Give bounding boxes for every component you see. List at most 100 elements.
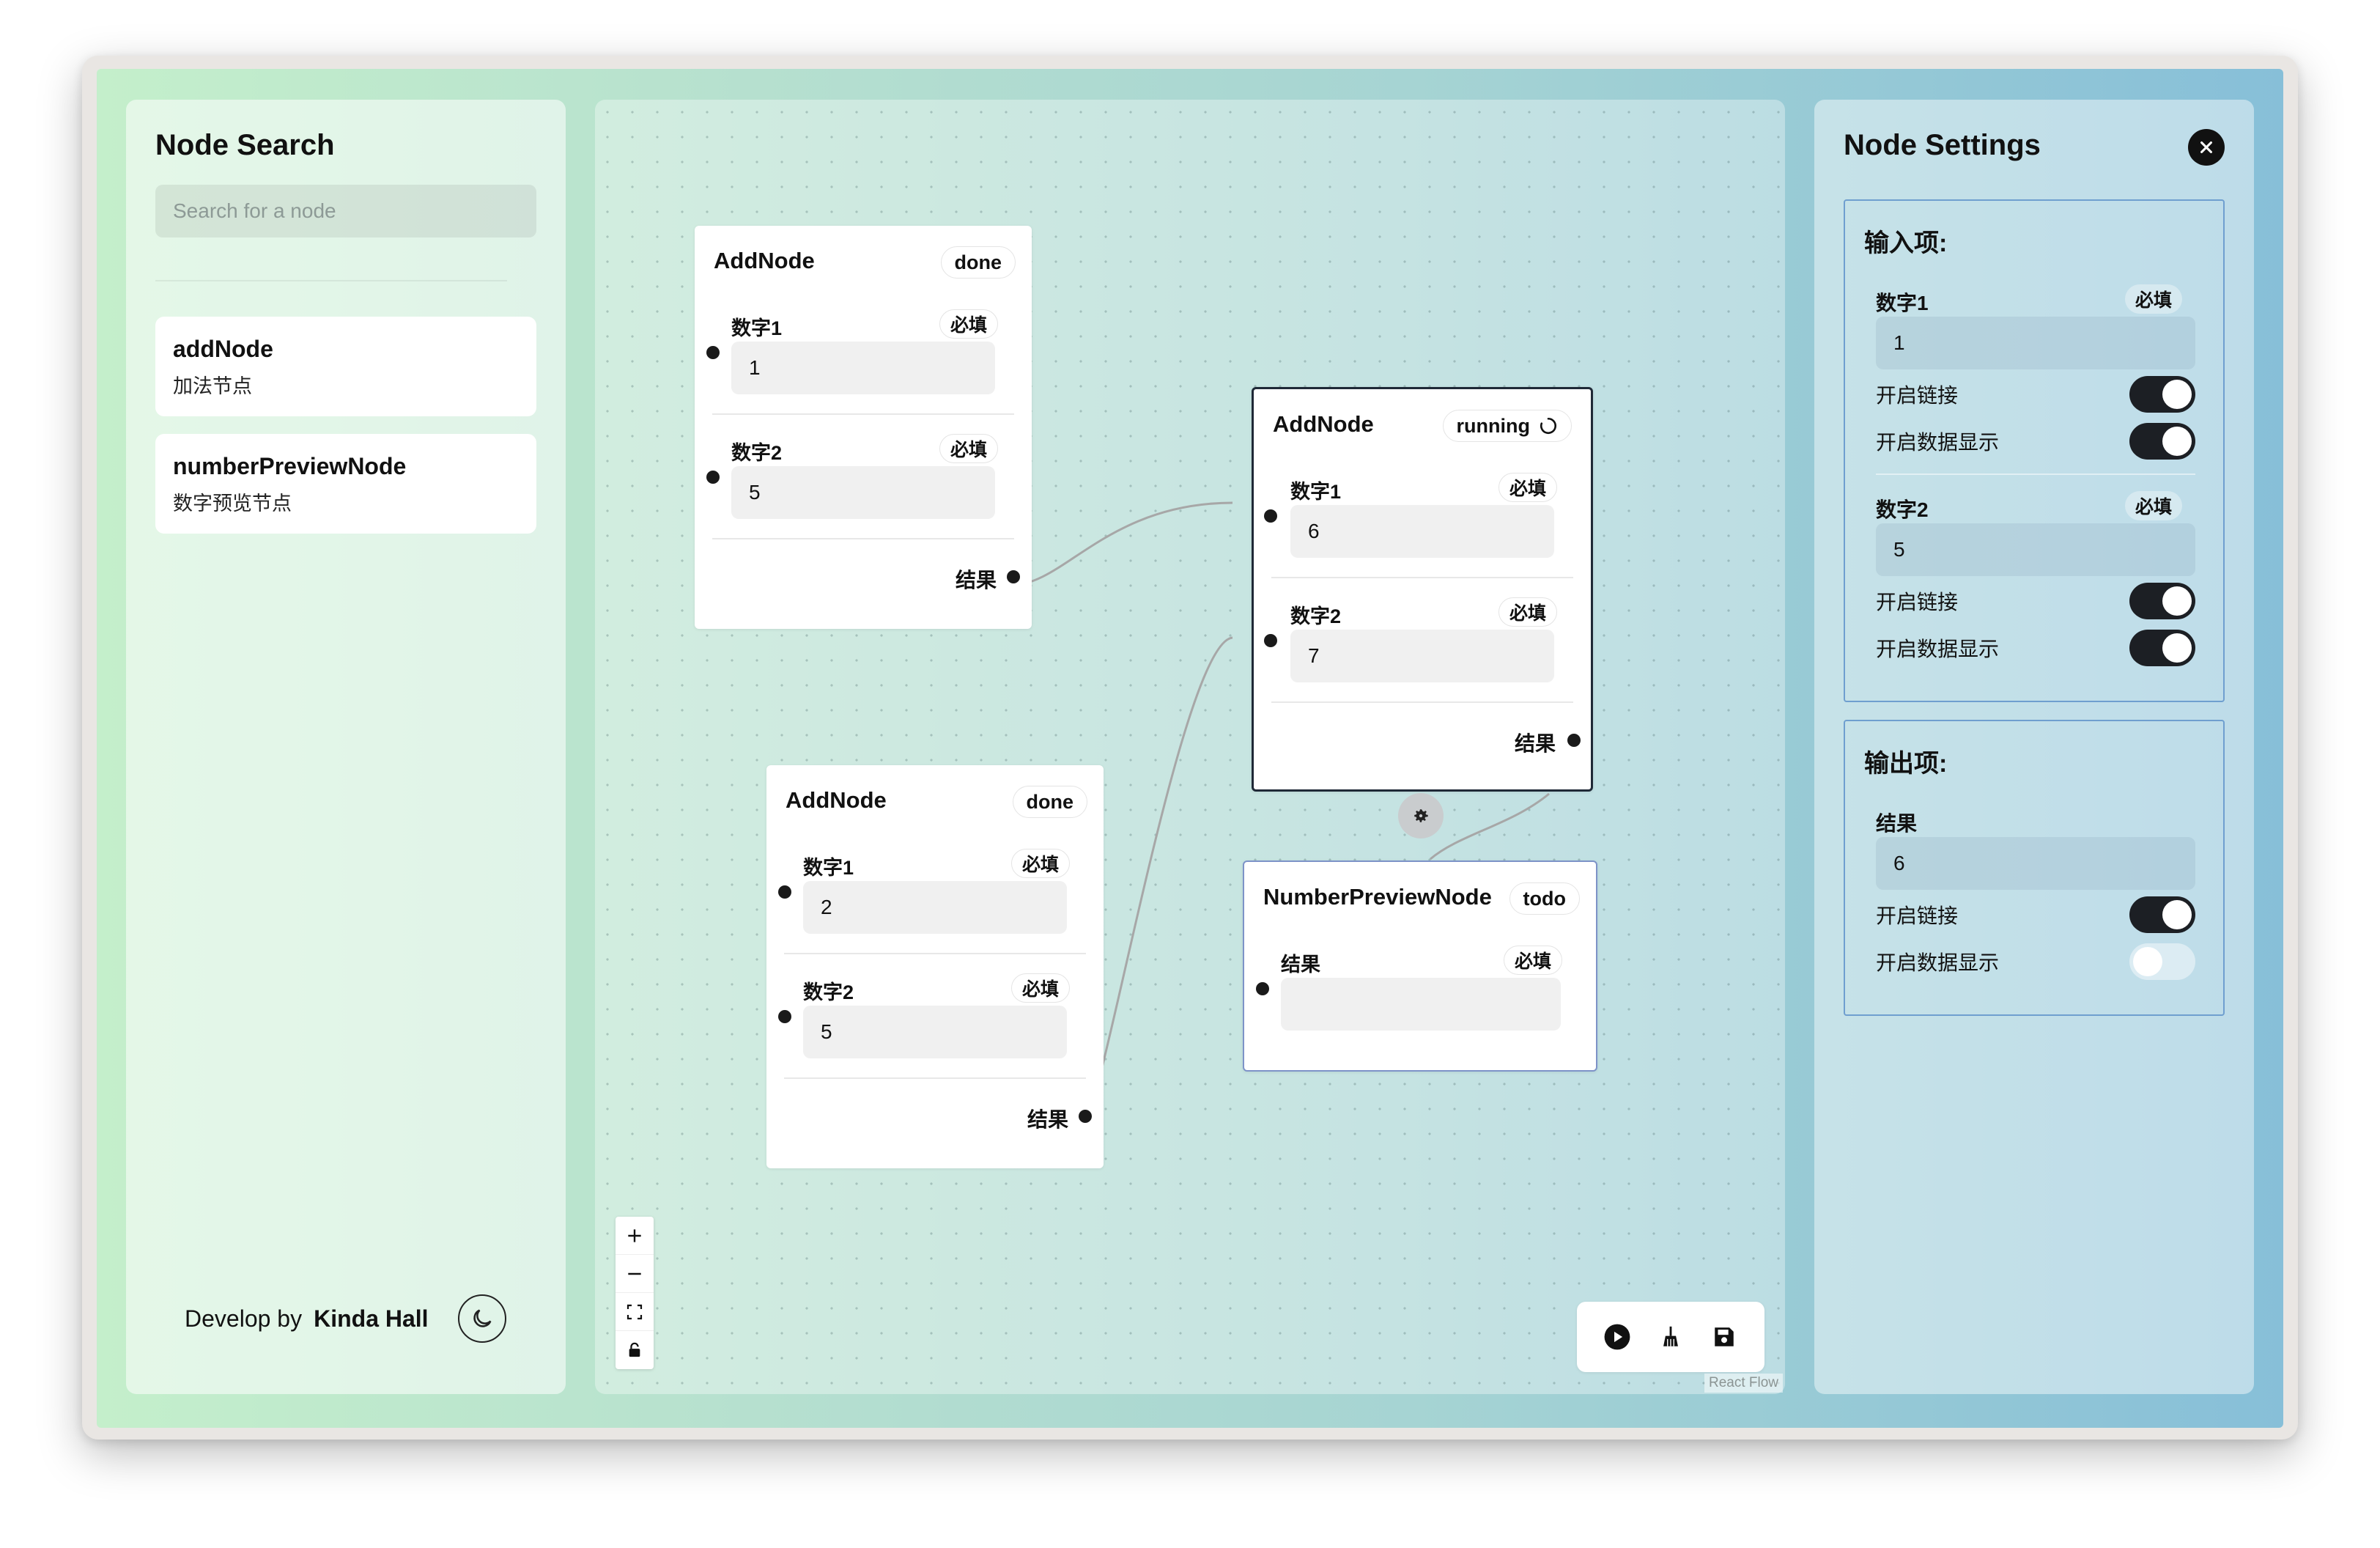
status-text: todo: [1523, 887, 1566, 910]
required-badge: 必填: [1498, 473, 1557, 502]
field-label: 数字2: [1290, 605, 1342, 627]
link-toggle-row: 开启链接: [1876, 582, 2195, 620]
field-label: 数字1: [803, 857, 854, 879]
status-text: done: [954, 251, 1002, 273]
number-input[interactable]: 2: [803, 881, 1067, 934]
input-handle[interactable]: [778, 1010, 791, 1023]
number-input[interactable]: 7: [1290, 630, 1554, 682]
toggle-label: 开启数据显示: [1876, 431, 2000, 454]
add-node[interactable]: AddNode running 数字1 必填 6 数字2 必填 7 结果: [1252, 387, 1593, 792]
section-title: 输出项:: [1864, 750, 1948, 778]
divider: [712, 538, 1014, 539]
output-label: 结果: [1027, 1108, 1068, 1131]
link-toggle[interactable]: [2129, 376, 2195, 413]
close-button[interactable]: [2188, 129, 2225, 166]
required-badge: 必填: [1010, 973, 1070, 1003]
output-label: 结果: [1514, 732, 1556, 755]
number-input[interactable]: 5: [1876, 523, 2195, 576]
display-toggle[interactable]: [2129, 630, 2195, 666]
search-result-name: numberPreviewNode: [173, 453, 407, 479]
status-badge: done: [1012, 786, 1087, 818]
divider: [1876, 473, 2195, 475]
theme-toggle-button[interactable]: [457, 1294, 506, 1343]
display-toggle-row: 开启数据显示: [1876, 629, 2195, 667]
lock-button[interactable]: [616, 1331, 654, 1369]
field-label: 结果: [1281, 954, 1320, 976]
gear-icon: [1414, 809, 1428, 822]
required-badge: 必填: [1503, 946, 1562, 975]
number-input[interactable]: 1: [731, 342, 995, 394]
number-input[interactable]: 1: [1876, 317, 2195, 369]
develop-by-label: Develop by: [185, 1305, 303, 1332]
required-badge: 必填: [939, 434, 998, 463]
toggle-label: 开启数据显示: [1876, 951, 2000, 974]
input-handle[interactable]: [706, 471, 720, 484]
number-input[interactable]: 5: [731, 466, 995, 519]
search-input[interactable]: [155, 185, 536, 237]
add-node[interactable]: AddNode done 数字1 必填 2 数字2 必填 5 结果: [766, 765, 1104, 1168]
save-icon: [1715, 1327, 1734, 1346]
divider: [784, 1077, 1086, 1079]
edge: [1012, 501, 1233, 586]
close-icon: [2200, 141, 2212, 153]
author-name: Kinda Hall: [314, 1305, 429, 1332]
divider: [712, 413, 1014, 415]
node-title: AddNode: [786, 787, 887, 813]
add-node[interactable]: AddNode done 数字1 必填 1 数字2 必填 5 结果: [695, 226, 1032, 629]
divider: [155, 280, 507, 281]
required-badge: 必填: [939, 309, 998, 339]
panel-title: Node Search: [155, 129, 335, 161]
edge: [1082, 636, 1233, 1126]
link-toggle[interactable]: [2129, 896, 2195, 933]
node-title: AddNode: [714, 248, 815, 273]
search-result-item[interactable]: numberPreviewNode 数字预览节点: [155, 434, 536, 534]
display-toggle[interactable]: [2129, 943, 2195, 980]
divider: [1271, 701, 1573, 703]
node-title: AddNode: [1273, 411, 1374, 437]
display-toggle[interactable]: [2129, 423, 2195, 460]
node-search-panel: Node Search addNode 加法节点 numberPreviewNo…: [126, 100, 566, 1394]
zoom-in-button[interactable]: [616, 1217, 654, 1255]
toggle-label: 开启链接: [1876, 904, 1959, 927]
fit-view-icon: [627, 1304, 643, 1319]
input-handle[interactable]: [1264, 509, 1277, 523]
lock-icon: [629, 1342, 640, 1357]
input-handle[interactable]: [706, 346, 720, 359]
node-settings-button[interactable]: [1398, 793, 1444, 838]
field-label: 数字2: [1876, 498, 1929, 521]
status-text: running: [1456, 414, 1530, 437]
divider: [1271, 577, 1573, 578]
input-handle[interactable]: [778, 885, 791, 899]
action-toolbar: [1577, 1302, 1764, 1372]
number-input[interactable]: 6: [1290, 505, 1554, 558]
output-handle[interactable]: [1079, 1110, 1092, 1123]
zoom-in-icon: [628, 1228, 641, 1242]
output-handle[interactable]: [1007, 570, 1020, 583]
zoom-out-button[interactable]: [616, 1255, 654, 1293]
react-flow-attribution[interactable]: React Flow: [1704, 1374, 1784, 1393]
field-label: 数字1: [1876, 292, 1929, 314]
required-badge: 必填: [1010, 849, 1070, 878]
number-input[interactable]: 5: [803, 1006, 1067, 1058]
flow-canvas[interactable]: AddNode done 数字1 必填 1 数字2 必填 5 结果 AddNod…: [595, 100, 1785, 1394]
number-preview-node[interactable]: NumberPreviewNode todo 结果 必填: [1243, 860, 1597, 1072]
toggle-label: 开启链接: [1876, 591, 1959, 613]
field-label: 数字1: [1290, 481, 1342, 503]
field-label: 数字2: [731, 442, 783, 464]
link-toggle[interactable]: [2129, 583, 2195, 619]
input-handle[interactable]: [1256, 982, 1269, 995]
search-result-item[interactable]: addNode 加法节点: [155, 317, 536, 416]
clear-button[interactable]: [1650, 1316, 1691, 1357]
required-badge: 必填: [2124, 284, 2182, 314]
status-text: done: [1026, 790, 1074, 813]
input-handle[interactable]: [1264, 634, 1277, 647]
output-handle[interactable]: [1567, 734, 1581, 747]
save-button[interactable]: [1704, 1316, 1745, 1357]
display-toggle-row: 开启数据显示: [1876, 943, 2195, 981]
fit-view-button[interactable]: [616, 1293, 654, 1331]
required-badge: 必填: [2124, 491, 2182, 520]
moon-icon: [473, 1309, 492, 1327]
run-button[interactable]: [1597, 1316, 1638, 1357]
search-result-name: addNode: [173, 336, 273, 362]
section-title: 输入项:: [1864, 229, 1948, 257]
